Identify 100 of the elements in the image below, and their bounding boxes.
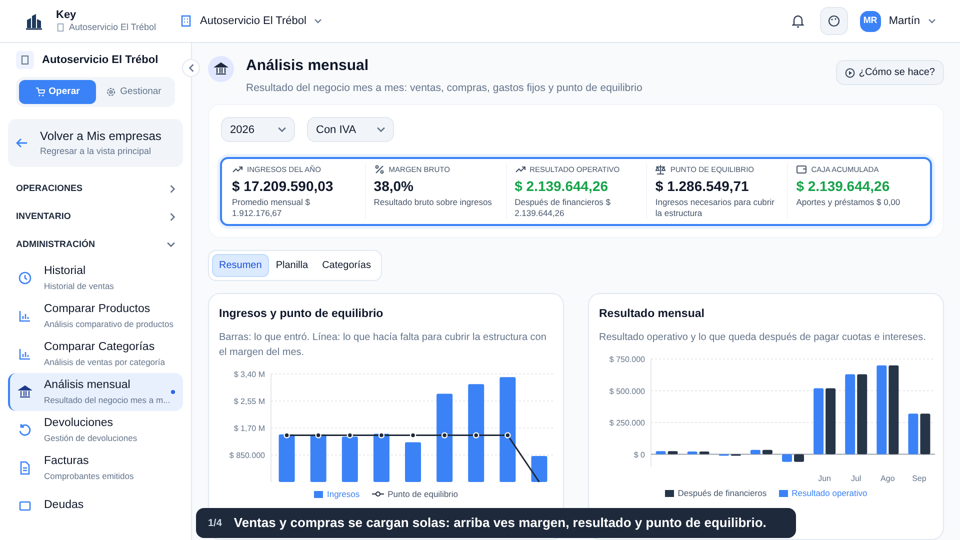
- chevron-right-icon: [170, 212, 175, 221]
- bank-icon: [18, 384, 32, 399]
- kpi-note: Después de financieros $ 2.139.644,26: [514, 196, 612, 218]
- nav-item[interactable]: Historial Historial de ventas: [8, 258, 183, 297]
- mode-tab[interactable]: Gestionar: [96, 80, 172, 104]
- user-menu[interactable]: Martín: [888, 12, 920, 30]
- axis-tick-label: Sep: [912, 474, 926, 483]
- palette-button[interactable]: [820, 7, 848, 35]
- collapse-sidebar-button[interactable]: [182, 59, 200, 77]
- section-header[interactable]: OPERACIONES: [8, 174, 183, 203]
- palette-icon: [828, 15, 840, 27]
- scale-icon: [655, 164, 666, 176]
- app-logo-icon: [24, 11, 44, 31]
- bar: [310, 434, 326, 482]
- select-dropdown[interactable]: 2026: [221, 117, 295, 142]
- kpi-note: Ingresos necesarios para cubrir la estructura: [655, 196, 776, 218]
- bar: [531, 456, 548, 482]
- back-link[interactable]: Volver a Mis empresas Regresar a la vista principal: [8, 119, 183, 167]
- mode-tab[interactable]: Operar: [19, 80, 96, 104]
- bar: [373, 433, 390, 482]
- bar-chart-icon: [18, 346, 32, 361]
- tab[interactable]: Categorías: [315, 254, 378, 276]
- page-title: Análisis mensual: [246, 56, 370, 76]
- bar: [762, 450, 772, 454]
- building-icon: [56, 23, 65, 32]
- notifications-bell-icon[interactable]: [792, 14, 804, 28]
- step-counter: 1/4: [208, 516, 222, 530]
- legend-label: Punto de equilibrio: [388, 488, 458, 500]
- legend-swatch: [778, 490, 788, 497]
- axis-tick-label: $ 3,40 M: [234, 370, 265, 379]
- tour-message: Ventas y compras se cargan solas: arriba ves margen, resultado y punto de equilibrio.: [234, 514, 766, 532]
- tab[interactable]: Planilla: [268, 254, 316, 276]
- building-icon: [16, 51, 34, 69]
- axis-tick-label: $ 0: [634, 450, 645, 460]
- bar: [920, 413, 930, 454]
- app-subtitle: Autoservicio El Trébol: [69, 22, 156, 34]
- select-dropdown[interactable]: Con IVA: [307, 117, 394, 142]
- kpi-note: Promedio mensual $ 1.912.176,67: [232, 196, 311, 218]
- chevron-left-icon: [188, 64, 194, 72]
- chevron-down-icon: [167, 242, 175, 248]
- nav-item[interactable]: Análisis mensual Resultado del negocio mes a m...: [8, 372, 183, 411]
- legend-label: Después de financieros: [678, 486, 767, 500]
- legend-label: Resultado operativo: [792, 486, 868, 500]
- bar: [750, 450, 760, 454]
- kpi-value: 38,0%: [374, 176, 414, 196]
- axis-tick-label: Ago: [880, 474, 895, 483]
- bar: [814, 388, 824, 454]
- chart-description: Barras: lo que entró. Línea: lo que hacía falta para cubrir la estructura con el margen del mes.: [219, 330, 548, 360]
- building-icon: [180, 15, 192, 27]
- kpi-value: $ 1.286.549,71: [655, 176, 750, 196]
- legend-swatch: [664, 490, 674, 497]
- kpi-note: Resultado bruto sobre ingresos: [374, 196, 493, 208]
- chevron-down-icon: [377, 127, 385, 132]
- axis-tick-label: $ 1,70 M: [234, 424, 265, 433]
- gear-icon: [106, 87, 116, 98]
- chevron-down-icon: [314, 18, 322, 24]
- bar: [908, 413, 918, 454]
- nav-item[interactable]: Deudas: [8, 486, 183, 525]
- axis-tick-label: $ 850.000: [229, 450, 265, 460]
- bar: [687, 451, 698, 454]
- bar: [405, 442, 421, 482]
- business-selector[interactable]: Autoservicio El Trébol: [180, 12, 322, 30]
- chart-description: Resultado operativo y lo que queda después de pagar cuotas e intereses.: [599, 330, 927, 345]
- axis-tick-label: Jul: [851, 474, 862, 483]
- document-icon: [18, 460, 32, 475]
- chart-title: Resultado mensual: [599, 306, 706, 322]
- section-header[interactable]: ADMINISTRACIÓN: [8, 230, 183, 259]
- business-name: Autoservicio El Trébol: [42, 52, 158, 68]
- axis-tick-label: $ 2,55 M: [234, 396, 265, 406]
- line-legend-icon: [372, 491, 384, 498]
- axis-tick-label: Jun: [818, 474, 831, 483]
- bar: [699, 451, 710, 454]
- page-subtitle: Resultado del negocio mes a mes: ventas, compras, gastos fijos y punto de equilibrio: [246, 80, 644, 96]
- kpi-value: $ 2.139.644,26: [796, 176, 891, 196]
- card-icon: [18, 498, 32, 513]
- cart-icon: [34, 87, 45, 98]
- kpi-note: Aportes y préstamos $ 0,00: [796, 196, 902, 208]
- arrow-left-icon: [16, 137, 28, 149]
- wallet-icon: [796, 164, 808, 176]
- clock-icon: [18, 270, 32, 285]
- axis-tick-label: $ 500.000: [609, 386, 645, 396]
- section-header[interactable]: INVENTARIO: [8, 202, 183, 231]
- app-name: Key: [56, 8, 78, 22]
- user-avatar[interactable]: MR: [860, 10, 881, 32]
- chevron-right-icon: [170, 184, 175, 193]
- legend-swatch: [314, 490, 323, 498]
- axis-tick-label: $ 250.000: [609, 418, 645, 428]
- legend-label: Ingresos: [326, 488, 360, 500]
- tab[interactable]: Resumen: [212, 254, 269, 276]
- nav-item[interactable]: Comparar Categorías Análisis de ventas por categoría: [8, 334, 183, 373]
- nav-item[interactable]: Comparar Productos Análisis comparativo de productos: [8, 296, 183, 335]
- play-icon: [844, 68, 855, 78]
- nav-item[interactable]: Devoluciones Gestión de devoluciones: [8, 410, 183, 449]
- bar: [342, 436, 358, 482]
- chevron-down-icon: [928, 18, 936, 24]
- percent-icon: [374, 164, 385, 176]
- chart-title: Ingresos y punto de equilibrio: [219, 306, 384, 322]
- nav-item[interactable]: Facturas Comprobantes emitidos: [8, 448, 183, 487]
- how-to-button[interactable]: ¿Cómo se hace?: [836, 60, 944, 85]
- chevron-down-icon: [278, 127, 286, 132]
